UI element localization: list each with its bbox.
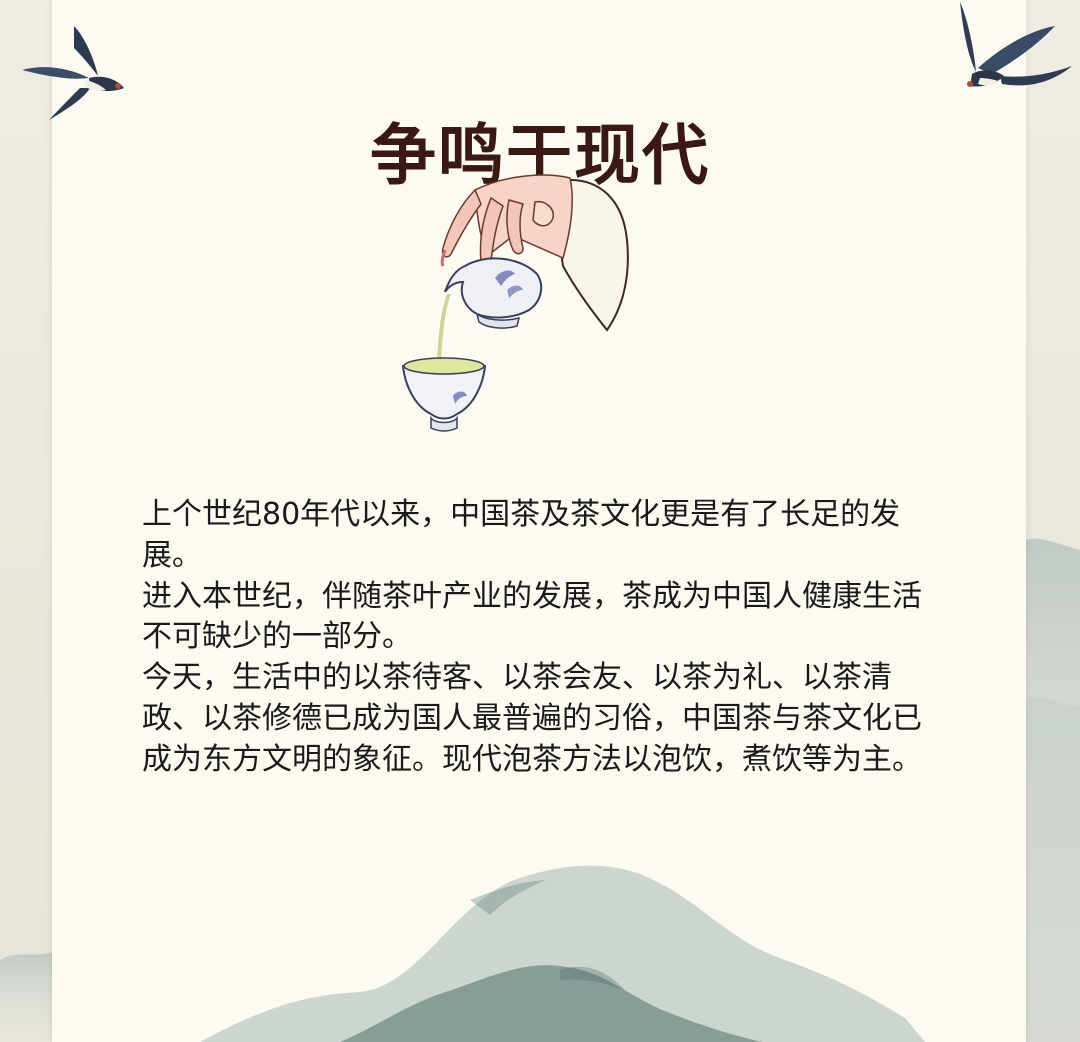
page: 争鸣于现代 上个世纪80年代以来，中国茶及茶文化更是有了长足的发展。 进入本世纪… [0, 0, 1080, 1042]
article-paragraph-1: 上个世纪80年代以来，中国茶及茶文化更是有了长足的发展。 [142, 497, 901, 573]
swallow-right-illustration [960, 2, 1072, 87]
hand-pouring-tea-illustration [401, 174, 629, 432]
article-body: 上个世纪80年代以来，中国茶及茶文化更是有了长足的发展。 进入本世纪，伴随茶叶产… [142, 495, 942, 781]
article-paragraph-2: 进入本世纪，伴随茶叶产业的发展，茶成为中国人健康生活不可缺少的一部分。 [142, 578, 922, 655]
article-paragraph-3: 今天，生活中的以茶待客、以茶会友、以茶为礼、以茶清政、以茶修德已成为国人最普遍的… [142, 660, 922, 777]
